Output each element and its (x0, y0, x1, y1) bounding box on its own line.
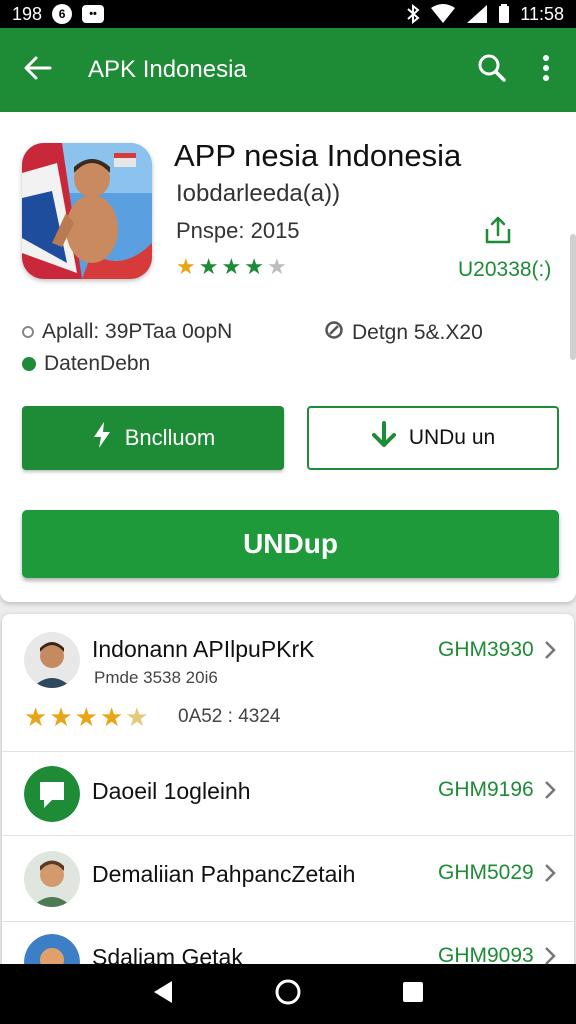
download-arrow-icon (371, 421, 397, 455)
search-icon (477, 53, 507, 88)
wifi-icon (430, 4, 456, 24)
more-options-button[interactable] (534, 50, 558, 90)
avatar (24, 632, 80, 688)
download-outline-button[interactable]: UNDu un (307, 406, 559, 470)
list-item[interactable]: Demaliian PahpancZetaih GHM5029 (2, 836, 574, 922)
search-button[interactable] (472, 50, 512, 90)
app-rating-stars: ★ ★ ★ ★ ★ (176, 254, 287, 280)
signal-icon (466, 4, 488, 24)
list-item-title: Indonann APIlpuPKrK (92, 636, 315, 662)
notification-app-icon: 6 (52, 4, 73, 24)
open-button-label: Bnclluom (124, 425, 216, 450)
notification-message-icon: •• (82, 5, 105, 23)
avatar (24, 851, 80, 907)
download-button[interactable]: UNDup (22, 510, 559, 578)
scrollbar[interactable] (570, 234, 576, 360)
avatar (24, 766, 80, 822)
star-icon: ★ (176, 254, 196, 279)
radio-circle-icon (22, 326, 34, 338)
app-bar: APK Indonesia (0, 28, 576, 112)
app-icon-image (22, 143, 152, 279)
chevron-right-icon (540, 780, 560, 800)
battery-icon (498, 4, 510, 24)
related-apps-list: Indonann APIlpuPKrK Pmde 3538 20i6 ★ ★ ★… (2, 614, 574, 984)
share-button[interactable] (480, 214, 516, 250)
download-count: U20338(:) (458, 258, 552, 281)
info-status-row: DatenDebn (22, 352, 150, 376)
list-item-price: GHM3930 (438, 638, 534, 661)
app-release-year: Pnspe: 2015 (176, 218, 300, 243)
share-icon (483, 215, 513, 250)
status-dot-icon (22, 357, 36, 371)
status-time-right: 11:58 (520, 3, 564, 24)
info-apk-text: Aplall: 39PTaa 0opN (42, 320, 233, 343)
status-right: 11:58 (406, 4, 564, 25)
star-empty-icon: ★ (266, 254, 287, 279)
list-item-price: GHM5029 (438, 861, 534, 884)
status-time-left: 198 (12, 3, 43, 24)
list-item-title: Daoeil 1ogleinh (92, 778, 251, 804)
star-icon: ★ (74, 702, 98, 732)
list-item-title: Demaliian PahpancZetaih (92, 861, 356, 887)
list-item-stars: ★ ★ ★ ★ ★ (24, 702, 149, 733)
system-nav-bar (0, 964, 576, 1024)
list-item[interactable]: Daoeil 1ogleinh GHM9196 (2, 752, 574, 836)
arrow-back-icon (24, 56, 52, 85)
nav-recents-button[interactable] (393, 974, 433, 1014)
list-item-subtitle: Pmde 3538 20i6 (94, 668, 218, 687)
app-detail-card: APP nesia Indonesia Iobdarleeda(a)) Pnsp… (0, 112, 576, 602)
triangle-back-icon (152, 979, 174, 1010)
list-item-price: GHM9196 (438, 778, 534, 801)
star-icon: ★ (244, 254, 264, 279)
star-icon: ★ (99, 702, 124, 732)
square-recents-icon (401, 980, 425, 1009)
star-icon: ★ (221, 254, 242, 279)
star-icon: ★ (49, 702, 73, 732)
link-icon (324, 320, 344, 346)
download-outline-label: UNDu un (408, 426, 496, 449)
star-icon: ★ (198, 254, 219, 279)
star-half-icon: ★ (125, 702, 149, 732)
list-item[interactable]: Indonann APIlpuPKrK Pmde 3538 20i6 ★ ★ ★… (2, 614, 574, 752)
circle-home-icon (274, 978, 302, 1011)
info-apk-row: Aplall: 39PTaa 0opN (22, 320, 232, 344)
app-bar-title: APK Indonesia (88, 56, 247, 83)
status-left: 198 6 •• (12, 3, 105, 25)
open-button[interactable]: Bnclluom (22, 406, 284, 470)
bolt-icon (91, 421, 113, 455)
app-name: APP nesia Indonesia (174, 138, 462, 173)
bluetooth-icon (406, 4, 420, 24)
chevron-right-icon (540, 863, 560, 883)
chevron-right-icon (540, 640, 560, 660)
back-button[interactable] (18, 50, 58, 90)
star-icon: ★ (24, 702, 48, 732)
list-item-rating: 0A52 : 4324 (178, 706, 281, 727)
more-vert-icon (542, 54, 550, 87)
nav-home-button[interactable] (268, 974, 308, 1014)
app-developer: Iobdarleeda(a)) (176, 180, 341, 207)
info-design-text: Detgn 5&.X20 (352, 321, 483, 344)
nav-back-button[interactable] (143, 974, 183, 1014)
status-bar: 198 6 •• 11:58 (0, 0, 576, 28)
info-design-row: Detgn 5&.X20 (324, 320, 483, 346)
info-status-text: DatenDebn (44, 352, 151, 375)
chevron-right-icon (540, 946, 560, 966)
